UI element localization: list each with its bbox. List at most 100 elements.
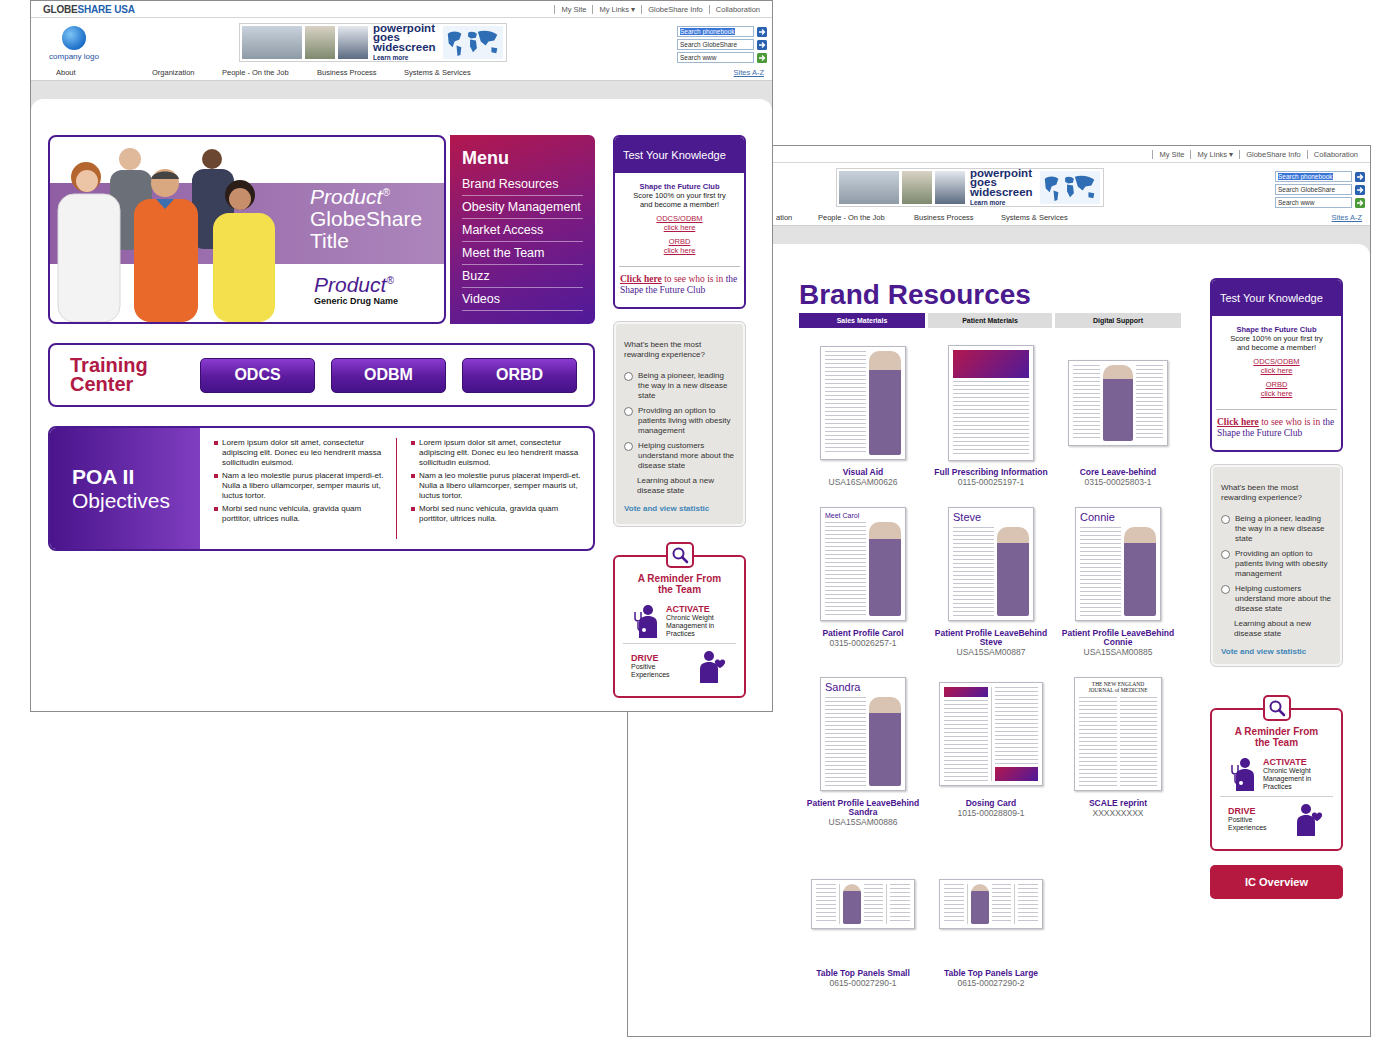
document-thumbnail[interactable]	[939, 879, 1043, 929]
document-name[interactable]: Patient Profile Carol	[822, 629, 903, 638]
document-card[interactable]: Connie Patient Profile LeaveBehind Connie…	[1055, 505, 1181, 657]
nav-item[interactable]: Business Process	[317, 68, 404, 77]
document-thumbnail[interactable]	[948, 345, 1034, 461]
poll-option[interactable]: Being a pioneer, leading the way in a ne…	[624, 371, 737, 401]
quiz-click-here[interactable]: click here	[1253, 366, 1299, 375]
search-go-icon[interactable]	[1355, 172, 1365, 182]
search-input[interactable]: Search GlobeShare	[1275, 184, 1352, 195]
menu-item[interactable]: Videos	[462, 288, 583, 311]
search-input[interactable]: Search phonebook	[1275, 171, 1352, 182]
quiz-link[interactable]: ORBD	[664, 237, 696, 246]
site-brand[interactable]: GLOBESHARE USA	[43, 4, 135, 15]
top-link[interactable]: My Site	[554, 5, 592, 14]
radio[interactable]	[624, 407, 633, 416]
quiz-link[interactable]: ODCS/ODBM	[1253, 357, 1299, 366]
document-name[interactable]: SCALE reprint	[1089, 799, 1147, 808]
poll-option[interactable]: Learning about a new disease state	[1221, 619, 1334, 639]
document-thumbnail[interactable]	[939, 682, 1043, 786]
document-card[interactable]: Meet CarolPatient Profile Carol0315-0002…	[799, 505, 927, 657]
ic-overview-button[interactable]: IC Overview	[1210, 865, 1343, 899]
banner-cta[interactable]: Learn more	[970, 199, 1036, 206]
document-name[interactable]: Full Prescribing Information	[934, 468, 1047, 477]
top-link[interactable]: My Site	[1152, 150, 1190, 159]
document-thumbnail[interactable]	[820, 346, 906, 460]
document-thumbnail[interactable]: Sandra	[820, 677, 906, 791]
document-card[interactable]: StevePatient Profile LeaveBehind SteveUS…	[927, 505, 1055, 657]
top-link[interactable]: My Links ▾	[1190, 150, 1239, 159]
radio[interactable]	[1221, 515, 1230, 524]
top-link[interactable]: Collaboration	[709, 5, 766, 14]
document-thumbnail[interactable]: Connie	[1075, 507, 1161, 621]
document-name[interactable]: Patient Profile LeaveBehind Sandra	[802, 799, 924, 817]
document-card[interactable]: THE NEW ENGLAND JOURNAL of MEDICINE SCALE…	[1055, 675, 1181, 827]
nav-item[interactable]: Systems & Services	[404, 68, 734, 77]
radio[interactable]	[624, 442, 633, 451]
search-go-icon[interactable]	[757, 40, 767, 50]
poll-option[interactable]: Learning about a new disease state	[624, 476, 737, 496]
document-name[interactable]: Patient Profile LeaveBehind Steve	[930, 629, 1052, 647]
search-go-icon[interactable]	[757, 53, 767, 63]
document-name[interactable]: Patient Profile LeaveBehind Connie	[1057, 629, 1179, 647]
banner-cta[interactable]: Learn more	[373, 54, 439, 61]
nav-item[interactable]: Business Process	[914, 213, 1001, 222]
quiz-link[interactable]: ORBD	[1261, 380, 1293, 389]
radio[interactable]	[624, 372, 633, 381]
search-go-icon[interactable]	[1355, 198, 1365, 208]
resource-tab[interactable]: Digital Support	[1055, 313, 1181, 328]
vote-link[interactable]: Vote and view statistic	[624, 504, 737, 513]
quiz-click-here[interactable]: click here	[664, 246, 696, 255]
search-go-icon[interactable]	[757, 27, 767, 37]
radio[interactable]	[1221, 550, 1230, 559]
document-card[interactable]: Dosing Card1015-00028809-1	[927, 675, 1055, 827]
menu-item[interactable]: Obesity Management	[462, 196, 583, 219]
nav-item[interactable]: ation	[776, 213, 818, 222]
menu-item[interactable]: Buzz	[462, 265, 583, 288]
nav-item[interactable]: Organization	[152, 68, 222, 77]
sites-az-link[interactable]: Sites A-Z	[1332, 213, 1370, 222]
top-link[interactable]: GlobeShare Info	[1239, 150, 1307, 159]
poll-option[interactable]: Helping customers understand more about …	[624, 441, 737, 471]
document-name[interactable]: Dosing Card	[966, 799, 1017, 808]
menu-item[interactable]: Brand Resources	[462, 173, 583, 196]
vote-link[interactable]: Vote and view statistic	[1221, 647, 1334, 656]
top-link[interactable]: Collaboration	[1307, 150, 1364, 159]
document-thumbnail[interactable]: Steve	[948, 507, 1034, 621]
search-input[interactable]: Search GlobeShare	[677, 39, 754, 50]
training-button[interactable]: ODBM	[331, 358, 446, 393]
document-card[interactable]: Sandra Patient Profile LeaveBehind Sandra…	[799, 675, 927, 827]
document-card[interactable]: Full Prescribing Information0115-0002519…	[927, 344, 1055, 487]
club-members-link[interactable]: Click here	[620, 274, 662, 284]
poll-option[interactable]: Helping customers understand more about …	[1221, 584, 1334, 614]
poll-option[interactable]: Providing an option to patients living w…	[624, 406, 737, 436]
training-button[interactable]: ORBD	[462, 358, 577, 393]
company-logo[interactable]: company logo	[43, 22, 105, 61]
document-thumbnail[interactable]: Meet Carol	[820, 507, 906, 621]
quiz-click-here[interactable]: click here	[1261, 389, 1293, 398]
document-name[interactable]: Visual Aid	[843, 468, 884, 477]
document-thumbnail[interactable]	[1068, 360, 1168, 446]
resource-tab[interactable]: Patient Materials	[928, 313, 1052, 328]
document-thumbnail[interactable]: THE NEW ENGLAND JOURNAL of MEDICINE	[1074, 677, 1162, 791]
quiz-link[interactable]: ODCS/ODBM	[656, 214, 702, 223]
ad-banner[interactable]: powerpointgoeswidescreenLearn more	[836, 168, 1104, 207]
nav-item[interactable]: About	[56, 68, 152, 77]
top-link[interactable]: GlobeShare Info	[641, 5, 709, 14]
menu-item[interactable]: Meet the Team	[462, 242, 583, 265]
resource-tab[interactable]: Sales Materials	[799, 313, 925, 328]
document-card[interactable]: Core Leave-behind0315-00025803-1	[1055, 344, 1181, 487]
document-card[interactable]: Table Top Panels Large0615-00027290-2	[927, 845, 1055, 988]
document-name[interactable]: Table Top Panels Large	[944, 969, 1038, 978]
quiz-click-here[interactable]: click here	[656, 223, 702, 232]
search-input[interactable]: Search www	[677, 52, 754, 63]
document-card[interactable]: Table Top Panels Small0615-00027290-1	[799, 845, 927, 988]
poll-option[interactable]: Being a pioneer, leading the way in a ne…	[1221, 514, 1334, 544]
ad-banner[interactable]: powerpointgoeswidescreenLearn more	[239, 23, 507, 62]
nav-item[interactable]: Systems & Services	[1001, 213, 1332, 222]
menu-item[interactable]: Market Access	[462, 219, 583, 242]
training-button[interactable]: ODCS	[200, 358, 315, 393]
poll-option[interactable]: Providing an option to patients living w…	[1221, 549, 1334, 579]
radio[interactable]	[1221, 585, 1230, 594]
document-name[interactable]: Table Top Panels Small	[816, 969, 910, 978]
document-thumbnail[interactable]	[811, 879, 915, 929]
club-members-link[interactable]: Click here	[1217, 417, 1259, 427]
